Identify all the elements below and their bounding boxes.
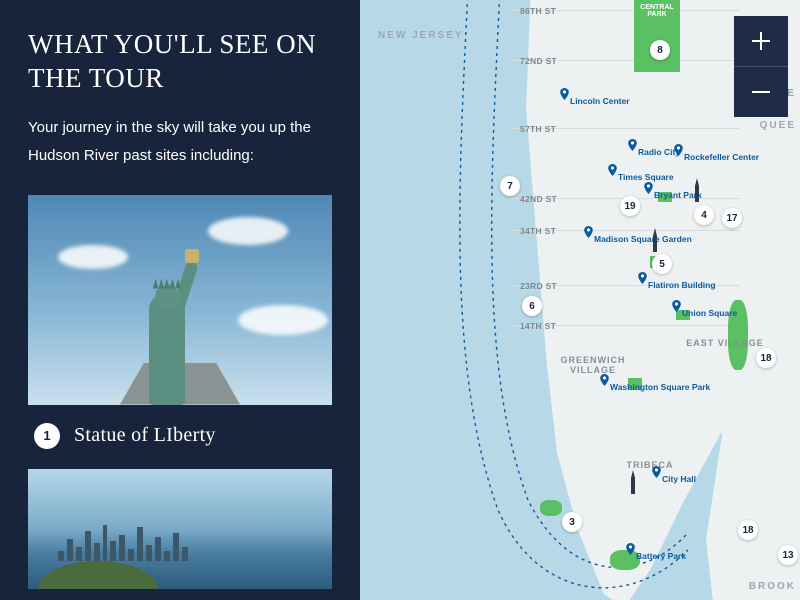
tour-stop-marker[interactable]: 7	[500, 176, 520, 196]
zoom-control	[734, 16, 788, 117]
tour-card-title: Statue of LIberty	[74, 424, 216, 447]
tour-stop-marker[interactable]: 17	[722, 208, 742, 228]
street-label: 23RD ST	[520, 281, 557, 291]
region-label-queens: QUEE	[760, 120, 796, 131]
tour-stop-marker[interactable]: 8	[650, 40, 670, 60]
street-label: 72ND ST	[520, 56, 557, 66]
tour-stop-marker[interactable]: 13	[778, 545, 798, 565]
poi-label[interactable]: Times Square	[618, 172, 674, 182]
poi-label[interactable]: Madison Square Garden	[594, 234, 692, 244]
map-pin-icon[interactable]	[560, 88, 569, 97]
empire-state-icon	[648, 228, 662, 256]
tour-stop-marker[interactable]: 19	[620, 196, 640, 216]
poi-label[interactable]: Washington Square Park	[610, 382, 710, 392]
sidebar-heading: WHAT YOU'LL SEE ON THE TOUR	[28, 28, 332, 96]
neighborhood-label: EAST VILLAGE	[680, 338, 770, 348]
map-pin-icon[interactable]	[652, 466, 661, 475]
tour-card-1[interactable]: 1 Statue of LIberty	[28, 195, 332, 589]
sidebar-lead: Your journey in the sky will take you up…	[28, 114, 332, 171]
neighborhood-label: GREENWICH VILLAGE	[548, 355, 638, 375]
poi-label[interactable]: City Hall	[662, 474, 696, 484]
tour-stop-marker[interactable]: 18	[756, 348, 776, 368]
map-pin-icon[interactable]	[584, 226, 593, 235]
poi-label[interactable]: Battery Park	[636, 551, 686, 561]
map-pin-icon[interactable]	[600, 374, 609, 383]
tour-stop-marker[interactable]: 4	[694, 205, 714, 225]
region-label-brooklyn: BROOK	[749, 581, 796, 592]
poi-label[interactable]: Lincoln Center	[570, 96, 630, 106]
region-label-nj: NEW JERSEY	[378, 30, 464, 41]
poi-label[interactable]: Flatiron Building	[648, 280, 716, 290]
tour-card-2-image	[28, 469, 332, 589]
park-pier-park	[540, 500, 562, 516]
tour-stop-marker[interactable]: 5	[652, 254, 672, 274]
statue-of-liberty-icon	[133, 235, 203, 405]
tour-stop-marker[interactable]: 18	[738, 520, 758, 540]
street-label: 42ND ST	[520, 194, 557, 204]
poi-label[interactable]: Union Square	[682, 308, 737, 318]
map-pin-icon[interactable]	[644, 182, 653, 191]
street-label: 57TH ST	[520, 124, 556, 134]
map-pin-icon[interactable]	[672, 300, 681, 309]
tour-stop-marker[interactable]: 6	[522, 296, 542, 316]
tour-stop-marker[interactable]: 3	[562, 512, 582, 532]
tour-card-image	[28, 195, 332, 405]
one-wtc-icon	[626, 470, 640, 498]
tour-map[interactable]: NEW JERSEY ROOSE QUEE BROOK 86TH ST72ND …	[360, 0, 800, 600]
tour-sidebar: WHAT YOU'LL SEE ON THE TOUR Your journey…	[0, 0, 360, 600]
tour-card-number: 1	[34, 423, 60, 449]
map-pin-icon[interactable]	[674, 144, 683, 153]
chrysler-icon	[690, 178, 704, 206]
poi-label[interactable]: Rockefeller Center	[684, 152, 759, 162]
park-CENTRAL PARK: CENTRAL PARK	[634, 0, 680, 72]
street-label: 86TH ST	[520, 6, 556, 16]
zoom-out-button[interactable]	[734, 66, 788, 117]
street-label: 34TH ST	[520, 226, 556, 236]
map-pin-icon[interactable]	[638, 272, 647, 281]
map-pin-icon[interactable]	[628, 139, 637, 148]
map-pin-icon[interactable]	[626, 543, 635, 552]
neighborhood-label: TRIBECA	[605, 460, 695, 470]
zoom-in-button[interactable]	[734, 16, 788, 66]
map-pin-icon[interactable]	[608, 164, 617, 173]
street-label: 14TH ST	[520, 321, 556, 331]
